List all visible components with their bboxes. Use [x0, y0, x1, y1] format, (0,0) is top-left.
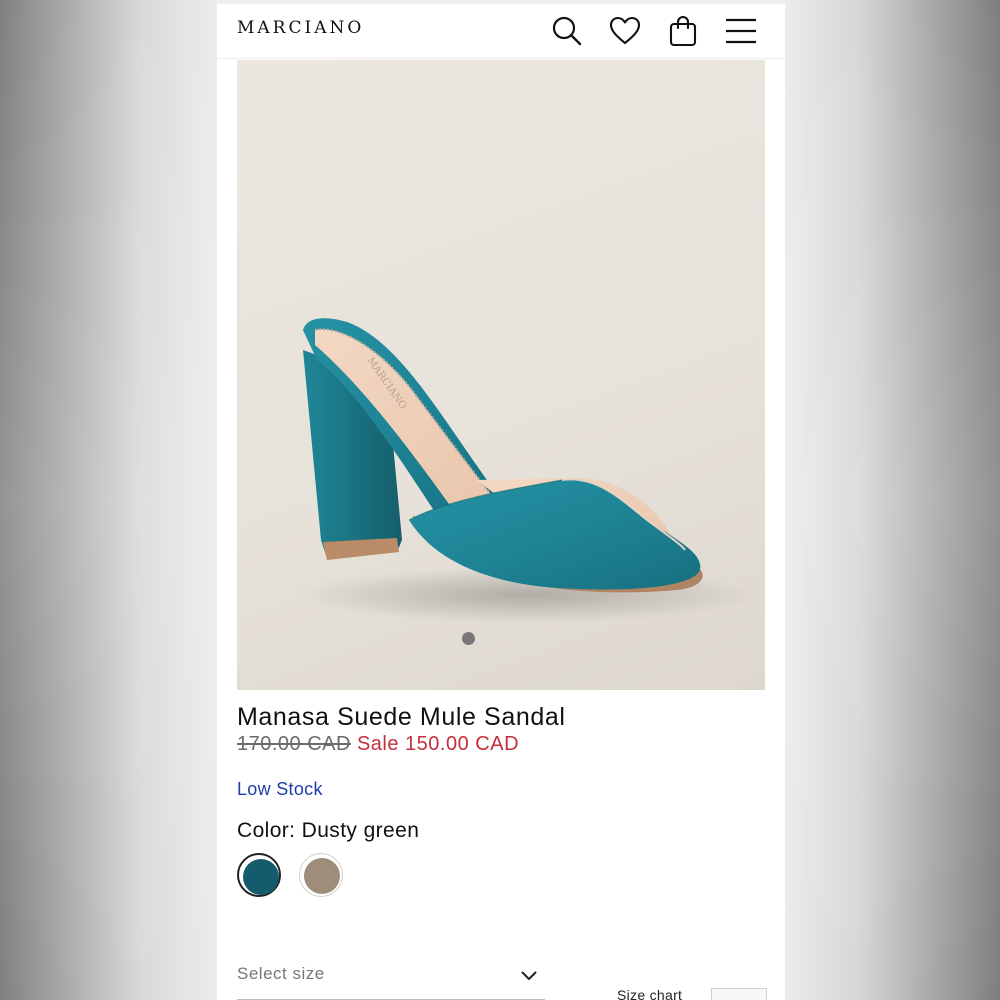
site-header: MARCIANO [217, 4, 785, 59]
menu-icon[interactable] [724, 14, 758, 48]
size-select[interactable]: Select size [237, 955, 545, 1000]
swatch-taupe-fill [304, 858, 340, 894]
pagination-dot-4[interactable] [529, 634, 538, 643]
size-chart-button[interactable] [711, 988, 767, 1000]
size-chart-link[interactable]: Size chart [617, 987, 682, 1000]
bag-icon[interactable] [666, 14, 700, 48]
swatch-dusty-green-fill [243, 859, 279, 895]
sale-price: Sale 150.00 CAD [356, 733, 520, 755]
mobile-page: MARCIANO MARCIANO Manasa Suede Mule Sand… [217, 0, 785, 1000]
heart-icon[interactable] [608, 14, 642, 48]
swatch-taupe[interactable] [299, 853, 343, 897]
chevron-down-icon [521, 966, 537, 985]
color-label: Color: Dusty green [237, 819, 420, 842]
image-pagination [237, 632, 765, 646]
search-icon[interactable] [550, 14, 584, 48]
stock-status: Low Stock [237, 779, 323, 799]
product-title: Manasa Suede Mule Sandal [237, 703, 566, 731]
brand-logo[interactable]: MARCIANO [237, 18, 364, 38]
original-price: 170.00 CAD [237, 733, 351, 755]
pagination-dot-1[interactable] [462, 632, 475, 645]
size-select-placeholder: Select size [237, 964, 325, 983]
sandal-illustration: MARCIANO [297, 318, 757, 623]
product-image[interactable]: MARCIANO [237, 60, 765, 690]
price-row: 170.00 CAD Sale 150.00 CAD [237, 733, 519, 756]
swatch-dusty-green[interactable] [237, 853, 281, 897]
pagination-dot-3[interactable] [509, 634, 518, 643]
pagination-dot-2[interactable] [489, 634, 498, 643]
